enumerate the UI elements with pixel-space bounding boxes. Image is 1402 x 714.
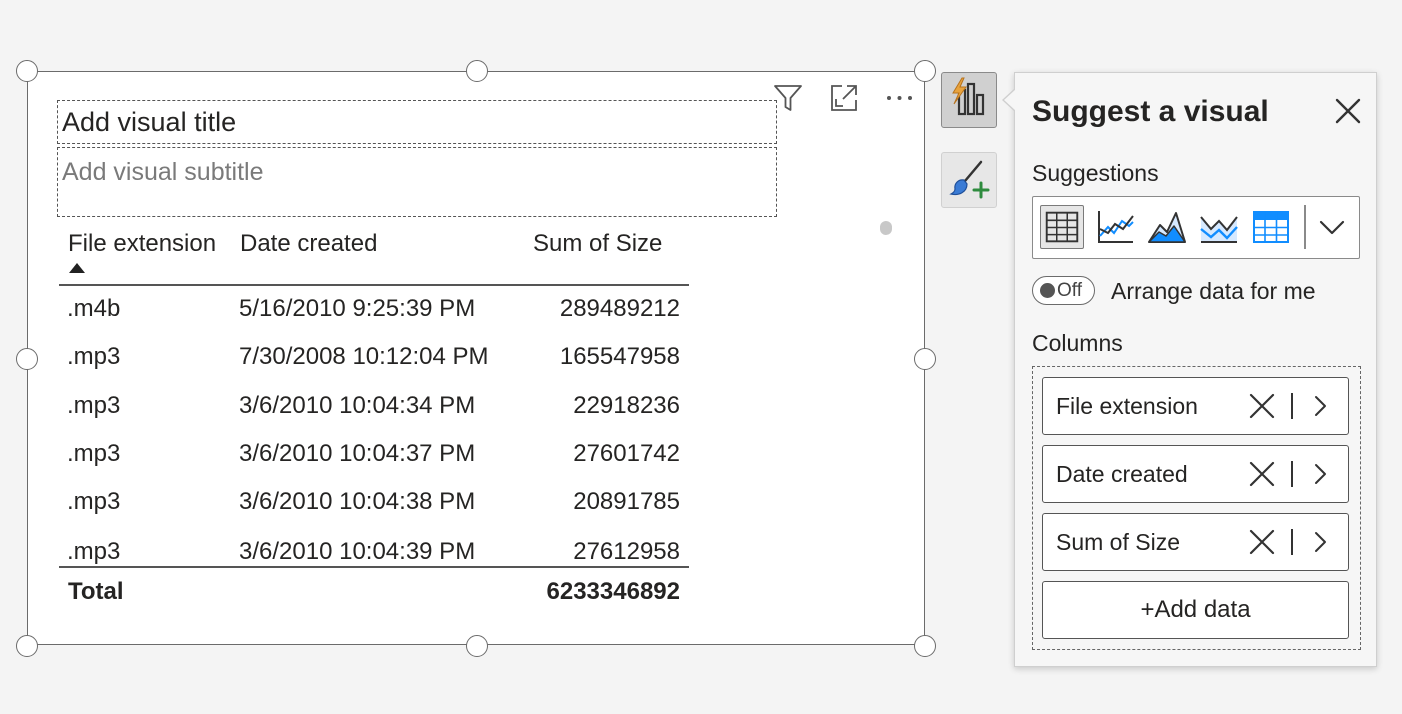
scroll-indicator[interactable]	[880, 221, 892, 235]
field-pill-file-extension[interactable]: File extension	[1042, 377, 1349, 435]
table-body: .m4b 5/16/2010 9:25:39 PM 289489212 .mp3…	[59, 287, 699, 566]
chevron-down-icon[interactable]	[1310, 205, 1354, 249]
cell-file-extension: .mp3	[67, 488, 121, 515]
pill-divider	[1291, 461, 1293, 487]
suggestions-divider	[1304, 205, 1306, 249]
visual-title-input[interactable]: Add visual title	[57, 100, 777, 144]
field-pill-label: File extension	[1056, 393, 1198, 419]
line-chart-icon[interactable]	[1093, 205, 1137, 249]
resize-handle-left[interactable]	[16, 348, 38, 370]
cell-file-extension: .mp3	[67, 440, 121, 467]
table-row[interactable]: .mp3 3/6/2010 10:04:39 PM 27612958	[59, 530, 699, 566]
total-value: 6233346892	[546, 578, 680, 605]
cell-sum-of-size: 27612958	[573, 538, 680, 565]
cell-date-created: 5/16/2010 9:25:39 PM	[239, 295, 476, 322]
column-header-sum-of-size[interactable]: Sum of Size	[533, 228, 662, 260]
suggest-visual-button[interactable]	[941, 72, 997, 128]
resize-handle-top-left[interactable]	[16, 60, 38, 82]
remove-field-icon[interactable]	[1248, 392, 1276, 420]
resize-handle-bottom-left[interactable]	[16, 635, 38, 657]
area-chart-icon[interactable]	[1145, 205, 1189, 249]
resize-handle-top-right[interactable]	[914, 60, 936, 82]
resize-handle-bottom-right[interactable]	[914, 635, 936, 657]
arrange-data-toggle[interactable]: Off	[1032, 276, 1095, 305]
suggestions-label: Suggestions	[1032, 160, 1159, 186]
cell-file-extension: .m4b	[67, 295, 121, 322]
remove-field-icon[interactable]	[1248, 460, 1276, 488]
table-row[interactable]: .m4b 5/16/2010 9:25:39 PM 289489212	[59, 287, 699, 335]
field-pill-sum-of-size[interactable]: Sum of Size	[1042, 513, 1349, 571]
matrix-icon[interactable]	[1249, 205, 1293, 249]
cell-sum-of-size: 289489212	[559, 295, 680, 322]
suggest-visual-icon	[952, 77, 985, 116]
table-icon[interactable]	[1040, 205, 1084, 249]
panel-pointer-fill	[1004, 89, 1016, 111]
format-visual-icon	[949, 160, 990, 199]
cell-sum-of-size: 165547958	[559, 343, 680, 370]
arrange-data-label: Arrange data for me	[1111, 278, 1316, 304]
column-header-date-created[interactable]: Date created	[240, 228, 377, 260]
total-label: Total	[68, 578, 124, 605]
resize-handle-right[interactable]	[914, 348, 936, 370]
cell-sum-of-size: 20891785	[573, 488, 680, 515]
cell-file-extension: .mp3	[67, 392, 121, 419]
focus-mode-icon[interactable]	[828, 82, 860, 114]
sort-ascending-icon	[69, 263, 85, 273]
table-row[interactable]: .mp3 3/6/2010 10:04:37 PM 27601742	[59, 432, 699, 480]
resize-handle-top[interactable]	[466, 60, 488, 82]
close-icon[interactable]	[1333, 96, 1363, 126]
cell-sum-of-size: 22918236	[573, 392, 680, 419]
pill-divider	[1291, 393, 1293, 419]
cell-date-created: 7/30/2008 10:12:04 PM	[239, 343, 489, 370]
total-divider	[59, 566, 689, 568]
table-row[interactable]: .mp3 3/6/2010 10:04:34 PM 22918236	[59, 384, 699, 432]
cell-sum-of-size: 27601742	[573, 440, 680, 467]
remove-field-icon[interactable]	[1248, 528, 1276, 556]
cell-date-created: 3/6/2010 10:04:38 PM	[239, 488, 476, 515]
cell-file-extension: .mp3	[67, 343, 121, 370]
header-divider	[59, 284, 689, 286]
cell-date-created: 3/6/2010 10:04:34 PM	[239, 392, 476, 419]
table-row[interactable]: .mp3 3/6/2010 10:04:38 PM 20891785	[59, 480, 699, 528]
cell-date-created: 3/6/2010 10:04:39 PM	[239, 538, 476, 565]
panel-title: Suggest a visual	[1032, 95, 1269, 128]
chevron-right-icon[interactable]	[1308, 392, 1332, 420]
resize-handle-bottom[interactable]	[466, 635, 488, 657]
field-pill-date-created[interactable]: Date created	[1042, 445, 1349, 503]
stacked-area-chart-icon[interactable]	[1197, 205, 1241, 249]
field-pill-label: Date created	[1056, 461, 1188, 487]
chevron-right-icon[interactable]	[1308, 460, 1332, 488]
pill-divider	[1291, 529, 1293, 555]
add-data-button[interactable]: +Add data	[1042, 581, 1349, 639]
columns-label: Columns	[1032, 330, 1123, 356]
toggle-state-text: Off	[1057, 280, 1082, 301]
cell-file-extension: .mp3	[67, 538, 121, 565]
format-visual-button[interactable]	[941, 152, 997, 208]
chevron-right-icon[interactable]	[1308, 528, 1332, 556]
toggle-knob	[1040, 283, 1055, 298]
column-header-file-extension[interactable]: File extension	[68, 228, 216, 260]
cell-date-created: 3/6/2010 10:04:37 PM	[239, 440, 476, 467]
visual-subtitle-input[interactable]: Add visual subtitle	[57, 147, 777, 217]
field-pill-label: Sum of Size	[1056, 529, 1180, 555]
table-row[interactable]: .mp3 7/30/2008 10:12:04 PM 165547958	[59, 335, 699, 383]
more-options-icon[interactable]	[884, 82, 916, 114]
